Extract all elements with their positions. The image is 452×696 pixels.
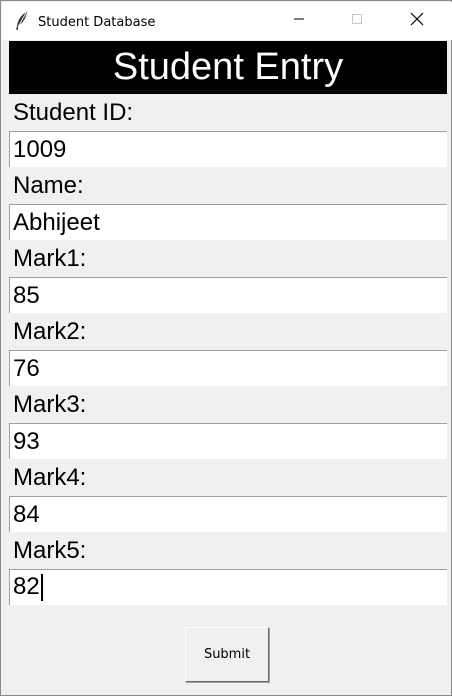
close-icon: [410, 12, 424, 31]
student-form: Student ID: Name: Mark1: Mark2: Mark3: M…: [9, 94, 447, 605]
student-id-input[interactable]: [9, 131, 447, 167]
window-title: Student Database: [38, 15, 156, 30]
maximize-button[interactable]: [328, 3, 386, 39]
mark2-input[interactable]: [9, 350, 447, 386]
name-label: Name:: [9, 167, 447, 204]
mark5-input[interactable]: 82: [9, 569, 447, 605]
maximize-icon: [351, 12, 363, 30]
minimize-icon: [293, 12, 305, 30]
mark4-label: Mark4:: [9, 459, 447, 496]
mark1-input[interactable]: [9, 277, 447, 313]
page-title: Student Entry: [9, 41, 447, 94]
name-input[interactable]: [9, 204, 447, 240]
mark3-label: Mark3:: [9, 386, 447, 423]
feather-icon: [14, 11, 30, 31]
mark2-label: Mark2:: [9, 313, 447, 350]
mark5-label: Mark5:: [9, 532, 447, 569]
title-bar[interactable]: Student Database: [2, 2, 452, 40]
text-cursor: [40, 574, 43, 602]
mark3-input[interactable]: [9, 423, 447, 459]
app-window: Student Database Student Entry Student I…: [0, 0, 452, 696]
minimize-button[interactable]: [270, 3, 328, 39]
close-button[interactable]: [388, 3, 446, 39]
mark5-value: 82: [13, 573, 40, 600]
mark1-label: Mark1:: [9, 240, 447, 277]
mark4-input[interactable]: [9, 496, 447, 532]
submit-button[interactable]: Submit: [185, 627, 269, 682]
student-id-label: Student ID:: [9, 94, 447, 131]
